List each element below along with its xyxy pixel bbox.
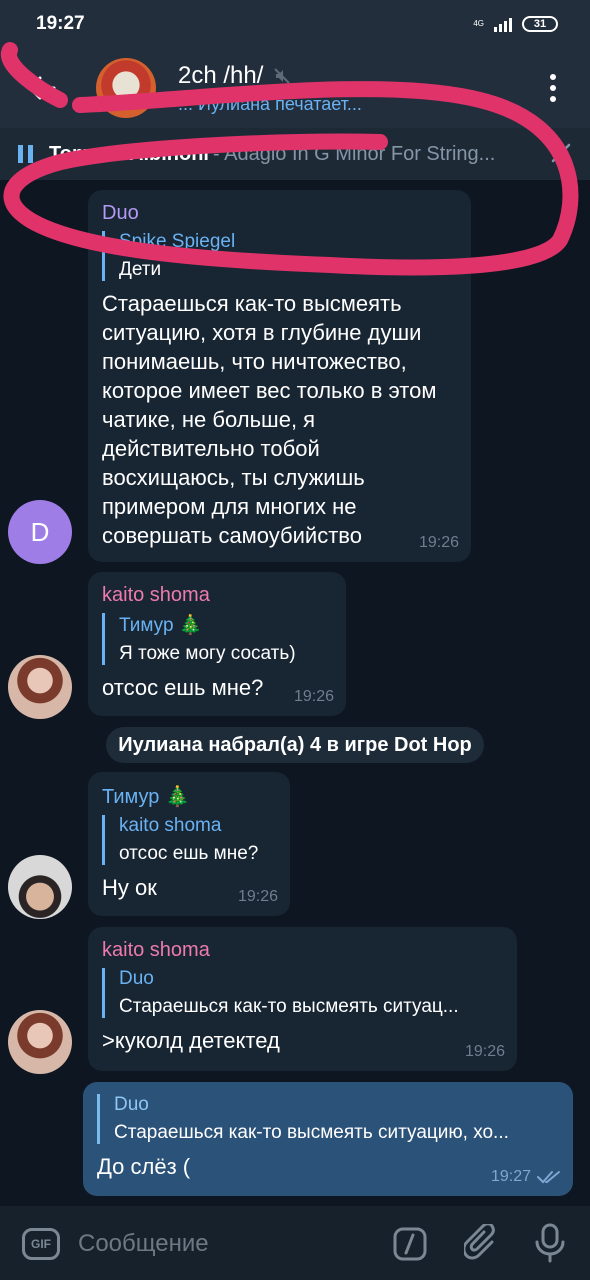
message-time: 19:27 xyxy=(490,1168,531,1185)
message-text: До слёз ( xyxy=(97,1154,191,1179)
message-sender: Duo xyxy=(102,202,139,224)
microphone-icon[interactable] xyxy=(532,1222,568,1264)
message-sender: kaito shoma xyxy=(102,584,210,606)
avatar[interactable]: D xyxy=(8,500,72,564)
battery-icon: 31 xyxy=(522,16,558,32)
reply-text: Стараешься как-то высмеять ситуацию, хо.… xyxy=(114,1122,509,1143)
message-bubble[interactable]: kaito shoma Тимур 🎄 Я тоже могу сосать) … xyxy=(88,572,346,716)
status-time: 19:27 xyxy=(36,13,85,34)
reply-sender: Spike Spiegel xyxy=(119,231,236,252)
chat-title: 2ch /hh/ xyxy=(178,61,264,89)
reply-quote[interactable]: Duo Стараешься как-то высмеять ситуацию,… xyxy=(97,1094,559,1144)
network-type: 4G xyxy=(473,19,484,28)
message-text: Стараешься как-то высмеять ситуацию, хот… xyxy=(102,291,437,548)
message-sender: kaito shoma xyxy=(102,939,210,961)
service-message: Иулиана набрал(а) 4 в игре Dot Hop xyxy=(106,727,484,763)
message-bubble[interactable]: kaito shoma Duo Стараешься как-то высмея… xyxy=(88,927,517,1071)
reply-sender: Duo xyxy=(114,1094,149,1115)
message-bubble[interactable]: Duo Spike Spiegel Дети Стараешься как-то… xyxy=(88,190,471,562)
status-bar: 19:27 4G 31 xyxy=(0,0,590,48)
gif-label: GIF xyxy=(31,1237,51,1251)
avatar[interactable] xyxy=(8,655,72,719)
reply-quote[interactable]: Тимур 🎄 Я тоже могу сосать) xyxy=(102,613,332,665)
battery-level: 31 xyxy=(533,18,547,30)
reply-text: Я тоже могу сосать) xyxy=(119,643,296,664)
message-time-status: 19:27 xyxy=(491,1168,561,1186)
reply-quote[interactable]: Duo Стараешься как-то высмеять ситуац... xyxy=(102,968,503,1018)
double-check-icon xyxy=(537,1171,560,1184)
chat-avatar[interactable] xyxy=(96,58,156,118)
reply-sender: Duo xyxy=(119,968,154,989)
muted-icon xyxy=(274,67,291,84)
reply-quote[interactable]: Spike Spiegel Дети xyxy=(102,231,457,281)
more-vertical-icon xyxy=(550,74,556,102)
back-arrow-icon xyxy=(28,76,56,100)
chat-header: 2ch /hh/ ... Иулиана печатает... xyxy=(0,48,590,128)
message-input-bar: GIF xyxy=(0,1206,590,1280)
avatar[interactable] xyxy=(8,1010,72,1074)
message-time: 19:26 xyxy=(418,534,459,551)
player-song: - Adagio In G Minor For String... xyxy=(213,142,496,165)
close-icon[interactable] xyxy=(550,142,572,164)
reply-text: Стараешься как-то высмеять ситуац... xyxy=(119,996,459,1017)
reply-quote[interactable]: kaito shoma отсос ешь мне? xyxy=(102,815,276,865)
message-text: >куколд детектед xyxy=(102,1028,280,1053)
gif-icon[interactable]: GIF xyxy=(22,1228,60,1260)
music-player[interactable]: Tomaso Albinoni - Adagio In G Minor For … xyxy=(0,128,590,180)
avatar-letter: D xyxy=(30,516,50,547)
reply-sender: kaito shoma xyxy=(119,815,222,836)
command-slash-icon[interactable] xyxy=(392,1226,428,1262)
message-sender: Тимур 🎄 xyxy=(102,786,190,808)
more-menu-button[interactable] xyxy=(544,68,562,108)
reply-sender: Тимур 🎄 xyxy=(119,615,203,636)
outgoing-message-bubble[interactable]: Duo Стараешься как-то высмеять ситуацию,… xyxy=(83,1082,573,1196)
message-time: 19:26 xyxy=(293,688,334,705)
status-icons: 4G 31 xyxy=(473,16,558,32)
chat-titles[interactable]: 2ch /hh/ ... Иулиана печатает... xyxy=(178,62,362,115)
attach-icon[interactable] xyxy=(464,1224,500,1264)
signal-icon xyxy=(494,16,512,32)
back-button[interactable] xyxy=(0,48,84,128)
avatar[interactable] xyxy=(8,855,72,919)
message-input[interactable] xyxy=(78,1226,368,1262)
reply-text: отсос ешь мне? xyxy=(119,843,259,864)
pause-icon[interactable] xyxy=(18,145,33,163)
message-time: 19:26 xyxy=(464,1043,505,1060)
message-bubble[interactable]: Тимур 🎄 kaito shoma отсос ешь мне? Ну ок… xyxy=(88,772,290,916)
player-artist: Tomaso Albinoni xyxy=(49,142,209,165)
typing-status: ... Иулиана печатает... xyxy=(178,93,362,114)
reply-text: Дети xyxy=(119,259,162,280)
message-time: 19:26 xyxy=(237,888,278,905)
